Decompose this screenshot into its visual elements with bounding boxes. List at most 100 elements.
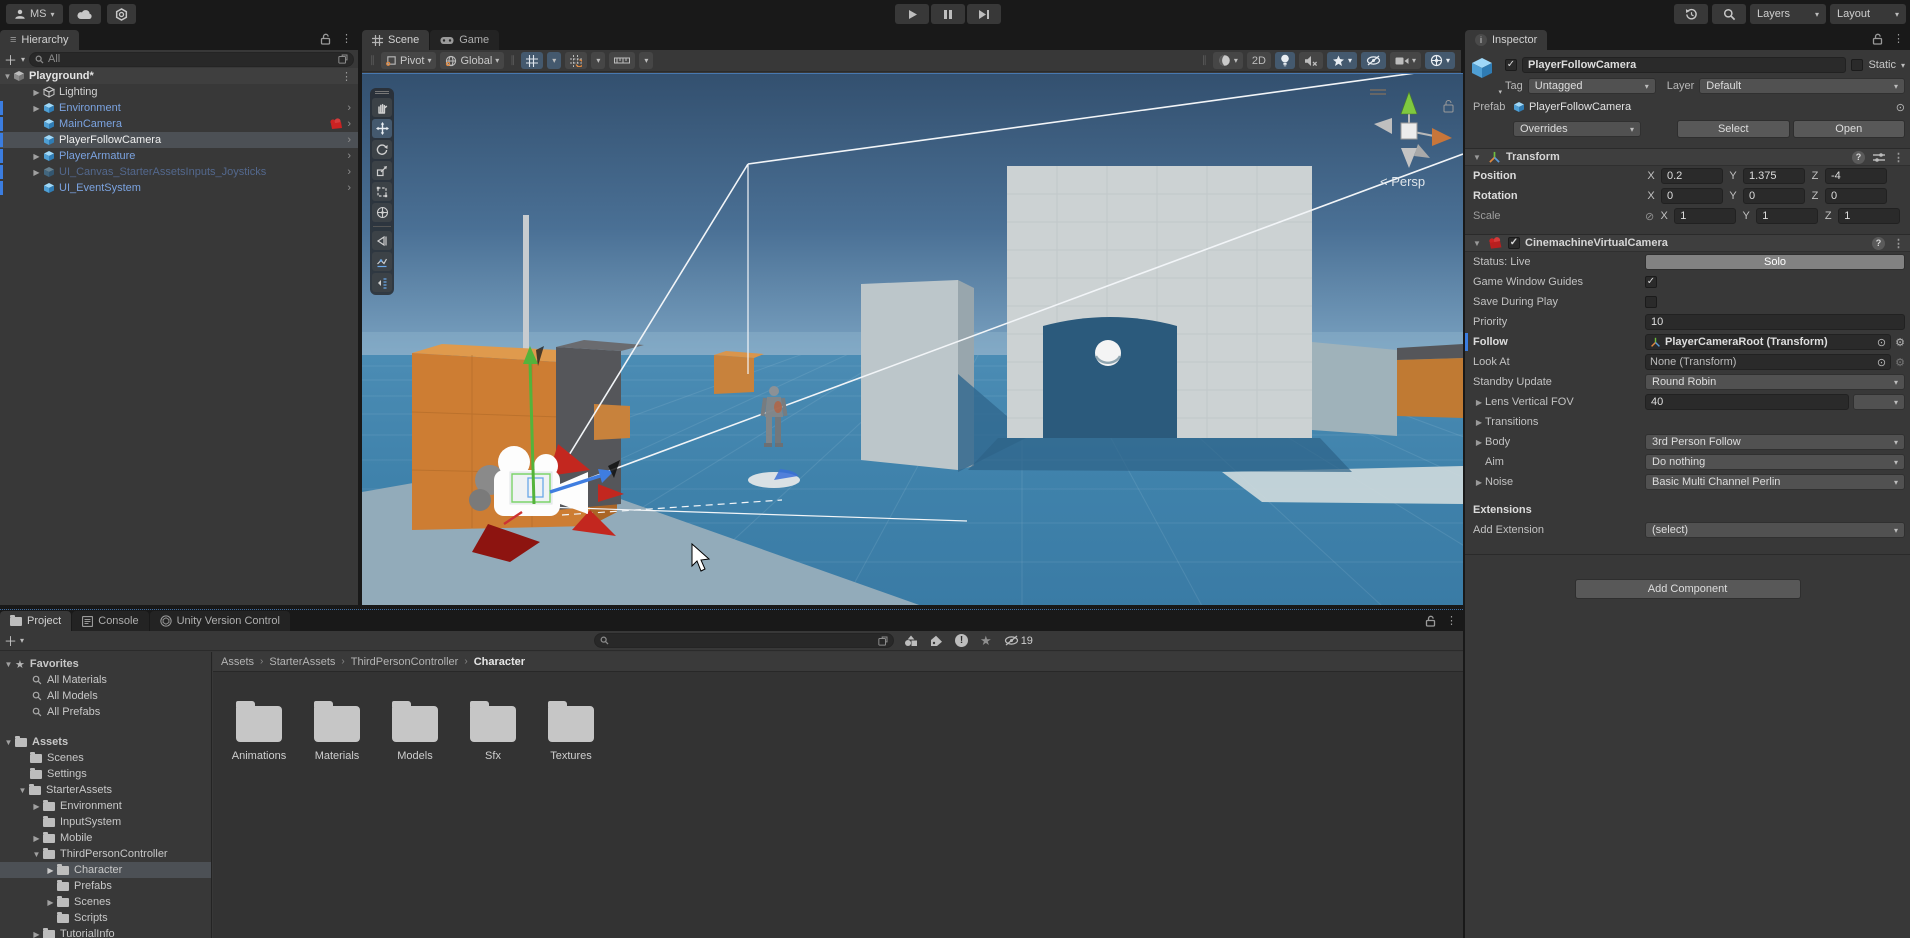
- tree-tutorialinfo[interactable]: ▶ TutorialInfo: [0, 926, 211, 938]
- transform-component-header[interactable]: ▼ Transform ? ⋮: [1465, 148, 1910, 166]
- grid-snap-dropdown[interactable]: ▾: [547, 52, 561, 69]
- tree-favorites[interactable]: ▼ ★ Favorites: [0, 656, 211, 672]
- tab-game[interactable]: Game: [430, 30, 499, 50]
- layer-dropdown[interactable]: Default▾: [1699, 78, 1905, 94]
- follow-object-field[interactable]: PlayerCameraRoot (Transform) ⊙: [1645, 334, 1891, 350]
- body-dropdown[interactable]: 3rd Person Follow▾: [1645, 434, 1905, 450]
- transform-tool-button[interactable]: [372, 203, 392, 222]
- play-button[interactable]: [895, 4, 929, 24]
- foldout-collapsed-icon[interactable]: ▶: [1473, 478, 1485, 487]
- hierarchy-row-playerfollowcamera[interactable]: PlayerFollowCamera ›: [0, 132, 358, 148]
- chevron-right-icon[interactable]: ›: [347, 134, 351, 146]
- foldout-collapsed-icon[interactable]: ▶: [30, 834, 43, 843]
- foldout-collapsed-icon[interactable]: ▶: [30, 104, 43, 113]
- project-search[interactable]: [594, 633, 894, 648]
- foldout-collapsed-icon[interactable]: ▶: [44, 898, 57, 907]
- shading-mode-dropdown[interactable]: ▾: [1213, 52, 1243, 69]
- add-object-button[interactable]: ＋: [4, 50, 17, 69]
- position-y-field[interactable]: [1743, 168, 1805, 184]
- layout-dropdown[interactable]: Layout▾: [1830, 4, 1906, 24]
- open-window-icon[interactable]: [878, 636, 888, 646]
- hierarchy-row-environment[interactable]: ▶ Environment ›: [0, 100, 358, 116]
- lock-icon[interactable]: [320, 33, 331, 45]
- tree-character[interactable]: ▶ Character: [0, 862, 211, 878]
- open-window-icon[interactable]: [338, 54, 348, 64]
- chevron-down-icon[interactable]: ▾: [20, 636, 24, 645]
- gear-icon[interactable]: ⚙: [1895, 356, 1905, 369]
- chevron-right-icon[interactable]: ›: [347, 102, 351, 114]
- foldout-expanded-icon[interactable]: ▼: [30, 850, 43, 859]
- tree-scenes[interactable]: Scenes: [0, 750, 211, 766]
- scene-visibility-toggle[interactable]: [1361, 52, 1386, 69]
- tab-hierarchy[interactable]: ≡ Hierarchy: [0, 30, 79, 50]
- tab-scene[interactable]: Scene: [362, 30, 429, 50]
- tree-inputsystem[interactable]: InputSystem: [0, 814, 211, 830]
- foldout-collapsed-icon[interactable]: ▶: [30, 152, 43, 161]
- toolbar-grip[interactable]: ∥: [510, 55, 515, 66]
- foldout-expanded-icon[interactable]: ▼: [1471, 153, 1483, 162]
- static-checkbox[interactable]: [1851, 59, 1863, 71]
- presets-icon[interactable]: [1873, 152, 1885, 163]
- gizmos-dropdown[interactable]: ▾: [1425, 52, 1455, 69]
- foldout-collapsed-icon[interactable]: ▶: [30, 802, 43, 811]
- target-picker-icon[interactable]: ⊙: [1877, 356, 1886, 369]
- effects-toggle[interactable]: ▾: [1327, 52, 1357, 69]
- tree-environment[interactable]: ▶ Environment: [0, 798, 211, 814]
- tree-all-models[interactable]: All Models: [0, 688, 211, 704]
- 2d-toggle[interactable]: 2D: [1247, 52, 1271, 69]
- tree-settings[interactable]: Settings: [0, 766, 211, 782]
- tree-tpc-scenes[interactable]: ▶ Scenes: [0, 894, 211, 910]
- gameobject-name-field[interactable]: [1522, 57, 1846, 73]
- hierarchy-row-uicanvas[interactable]: ▶ UI_Canvas_StarterAssetsInputs_Joystick…: [0, 164, 358, 180]
- rotation-y-field[interactable]: [1743, 188, 1805, 204]
- asset-folder-animations[interactable]: Animations: [227, 698, 291, 762]
- tree-starterassets[interactable]: ▼ StarterAssets: [0, 782, 211, 798]
- gameobject-icon-holder[interactable]: ▾: [1470, 56, 1500, 94]
- search-by-label-icon[interactable]: [930, 635, 943, 647]
- hierarchy-search[interactable]: All: [29, 52, 354, 67]
- asset-folder-sfx[interactable]: Sfx: [461, 698, 525, 762]
- rotation-z-field[interactable]: [1825, 188, 1887, 204]
- foldout-collapsed-icon[interactable]: ▶: [44, 866, 57, 875]
- gear-icon[interactable]: ⚙: [1895, 336, 1905, 349]
- move-tool-button[interactable]: [372, 119, 392, 138]
- orientation-dropdown[interactable]: Global▾: [440, 52, 504, 69]
- hierarchy-row-maincamera[interactable]: MainCamera ›: [0, 116, 358, 132]
- target-picker-icon[interactable]: ⊙: [1896, 101, 1905, 114]
- chevron-right-icon[interactable]: ›: [347, 182, 351, 194]
- scene-viewport[interactable]: < Persp: [362, 73, 1463, 605]
- foldout-collapsed-icon[interactable]: ▶: [30, 168, 43, 177]
- hierarchy-row-lighting[interactable]: ▶ Lighting: [0, 84, 358, 100]
- custom-tool-button-2[interactable]: [372, 252, 392, 271]
- audio-mute-toggle[interactable]: [1299, 52, 1323, 69]
- target-picker-icon[interactable]: ⊙: [1877, 336, 1886, 349]
- cloud-button[interactable]: [69, 4, 101, 24]
- lookat-object-field[interactable]: None (Transform) ⊙: [1645, 354, 1891, 370]
- foldout-collapsed-icon[interactable]: ▶: [30, 88, 43, 97]
- camera-settings-dropdown[interactable]: ▾: [1390, 52, 1421, 69]
- tab-console[interactable]: Console: [72, 611, 148, 631]
- snap-increment-dropdown[interactable]: ▾: [591, 52, 605, 69]
- ruler-toggle[interactable]: [609, 52, 635, 69]
- hierarchy-row-uieventsystem[interactable]: UI_EventSystem ›: [0, 180, 358, 196]
- lock-icon[interactable]: [1425, 615, 1436, 627]
- chevron-right-icon[interactable]: ›: [347, 118, 351, 130]
- position-z-field[interactable]: [1825, 168, 1887, 184]
- kebab-icon[interactable]: ⋮: [341, 32, 352, 45]
- breadcrumb-character[interactable]: Character: [474, 656, 525, 668]
- tag-dropdown[interactable]: Untagged▾: [1528, 78, 1656, 94]
- prefab-select-button[interactable]: Select: [1677, 120, 1790, 138]
- tree-mobile[interactable]: ▶ Mobile: [0, 830, 211, 846]
- pivot-mode-dropdown[interactable]: Pivot▾: [381, 52, 436, 69]
- foldout-collapsed-icon[interactable]: ▶: [1473, 398, 1485, 407]
- tab-inspector[interactable]: i Inspector: [1465, 30, 1547, 50]
- noise-dropdown[interactable]: Basic Multi Channel Perlin▾: [1645, 474, 1905, 490]
- kebab-icon[interactable]: ⋮: [1446, 614, 1457, 627]
- tab-unity-version-control[interactable]: Unity Version Control: [150, 611, 290, 631]
- fov-preset-dropdown[interactable]: ▾: [1853, 394, 1905, 410]
- tree-all-materials[interactable]: All Materials: [0, 672, 211, 688]
- undo-history-button[interactable]: [1674, 4, 1708, 24]
- project-search-input[interactable]: [613, 635, 874, 647]
- standby-update-dropdown[interactable]: Round Robin▾: [1645, 374, 1905, 390]
- foldout-collapsed-icon[interactable]: ▶: [1473, 438, 1485, 447]
